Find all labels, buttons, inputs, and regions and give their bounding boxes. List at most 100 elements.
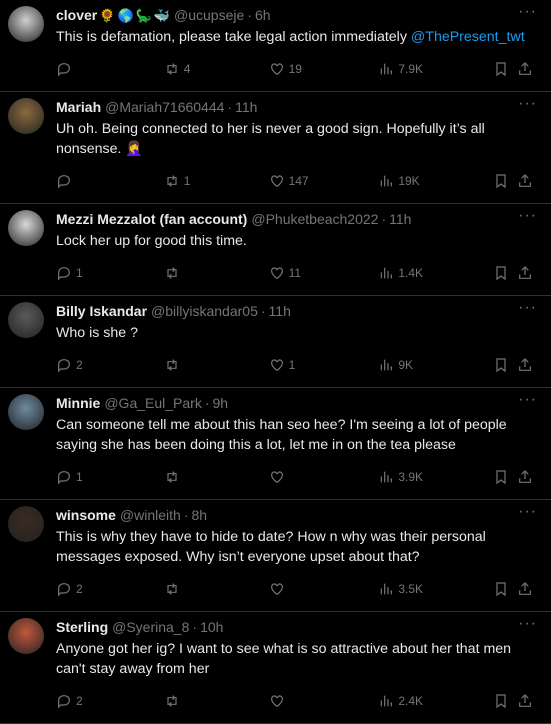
separator-dot: · bbox=[183, 507, 189, 523]
views-button[interactable]: 7.9K bbox=[378, 61, 493, 77]
tweet[interactable]: ··· Mezzi Mezzalot (fan account) @Phuket… bbox=[0, 204, 551, 296]
reply-button[interactable] bbox=[56, 173, 162, 189]
mention-link[interactable]: @ThePresent_twt bbox=[411, 29, 525, 45]
tweet[interactable]: ··· Sterling @Syerina_8 · 10h Anyone got… bbox=[0, 612, 551, 724]
timestamp[interactable]: 11h bbox=[235, 99, 257, 116]
retweet-button[interactable] bbox=[164, 469, 269, 485]
more-icon[interactable]: ··· bbox=[518, 392, 537, 408]
author-handle[interactable]: @ucupseje bbox=[174, 7, 244, 24]
bookmark-button[interactable] bbox=[493, 173, 517, 189]
views-icon bbox=[381, 267, 393, 279]
reply-button[interactable]: 2 bbox=[56, 693, 162, 709]
views-button[interactable]: 9K bbox=[378, 357, 493, 373]
retweet-icon bbox=[167, 583, 177, 595]
more-icon[interactable]: ··· bbox=[518, 4, 537, 20]
author-handle[interactable]: @Phuketbeach2022 bbox=[251, 211, 378, 228]
views-button[interactable]: 1.4K bbox=[378, 265, 493, 281]
timestamp[interactable]: 11h bbox=[269, 303, 291, 320]
reply-button[interactable] bbox=[56, 61, 162, 77]
share-button[interactable] bbox=[517, 173, 537, 189]
like-button[interactable] bbox=[269, 469, 379, 485]
like-button[interactable] bbox=[269, 581, 379, 597]
reply-icon bbox=[58, 359, 70, 373]
views-button[interactable]: 3.9K bbox=[378, 469, 493, 485]
avatar[interactable] bbox=[8, 394, 44, 430]
reply-icon bbox=[58, 267, 70, 281]
view-count: 3.9K bbox=[398, 470, 424, 484]
like-button[interactable] bbox=[269, 693, 379, 709]
author-name[interactable]: Billy Iskandar bbox=[56, 303, 147, 320]
avatar[interactable] bbox=[8, 506, 44, 542]
bookmark-button[interactable] bbox=[493, 265, 517, 281]
share-button[interactable] bbox=[517, 265, 537, 281]
reply-button[interactable]: 1 bbox=[56, 469, 162, 485]
author-name[interactable]: clover bbox=[56, 7, 97, 24]
views-button[interactable]: 2.4K bbox=[378, 693, 493, 709]
author-handle[interactable]: @Mariah71660444 bbox=[105, 99, 224, 116]
retweet-count: 4 bbox=[183, 62, 191, 76]
retweet-button[interactable] bbox=[164, 581, 269, 597]
author-handle[interactable]: @billyiskandar05 bbox=[151, 303, 258, 320]
author-emojis: 🌻 🌎 🦕 🐳 bbox=[97, 7, 170, 24]
tweet[interactable]: ··· winsome @winleith · 8h This is why t… bbox=[0, 500, 551, 612]
more-icon[interactable]: ··· bbox=[518, 504, 537, 520]
bookmark-button[interactable] bbox=[493, 581, 517, 597]
tweet[interactable]: ··· clover 🌻 🌎 🦕 🐳 @ucupseje · 6h This is d… bbox=[0, 0, 551, 92]
like-icon bbox=[270, 63, 283, 76]
timestamp[interactable]: 6h bbox=[255, 7, 271, 24]
reply-button[interactable]: 1 bbox=[56, 265, 162, 281]
author-name[interactable]: Mariah bbox=[56, 99, 101, 116]
tweet[interactable]: ··· Billy Iskandar @billyiskandar05 · 11… bbox=[0, 296, 551, 388]
author-name[interactable]: Mezzi Mezzalot (fan account) bbox=[56, 211, 247, 228]
like-button[interactable]: 11 bbox=[269, 265, 379, 281]
like-count: 1 bbox=[288, 358, 296, 372]
reply-button[interactable]: 2 bbox=[56, 581, 162, 597]
share-icon bbox=[519, 358, 531, 371]
timestamp[interactable]: 9h bbox=[213, 395, 229, 412]
share-button[interactable] bbox=[517, 61, 537, 77]
more-icon[interactable]: ··· bbox=[518, 300, 537, 316]
views-button[interactable]: 3.5K bbox=[378, 581, 493, 597]
share-button[interactable] bbox=[517, 357, 537, 373]
more-icon[interactable]: ··· bbox=[518, 96, 537, 112]
share-button[interactable] bbox=[517, 693, 537, 709]
avatar[interactable] bbox=[8, 210, 44, 246]
timestamp[interactable]: 10h bbox=[200, 619, 223, 636]
bookmark-button[interactable] bbox=[493, 469, 517, 485]
timestamp[interactable]: 11h bbox=[389, 211, 411, 228]
share-button[interactable] bbox=[517, 581, 537, 597]
more-icon[interactable]: ··· bbox=[518, 208, 537, 224]
bookmark-button[interactable] bbox=[493, 693, 517, 709]
bookmark-button[interactable] bbox=[493, 61, 517, 77]
author-handle[interactable]: @winleith bbox=[120, 507, 181, 524]
like-button[interactable]: 19 bbox=[269, 61, 379, 77]
retweet-button[interactable] bbox=[164, 265, 269, 281]
author-handle[interactable]: @Syerina_8 bbox=[112, 619, 189, 636]
author-name[interactable]: winsome bbox=[56, 507, 116, 524]
share-button[interactable] bbox=[517, 469, 537, 485]
tweet[interactable]: ··· Mariah @Mariah71660444 · 11h Uh oh. … bbox=[0, 92, 551, 204]
like-count: 19 bbox=[288, 62, 302, 76]
retweet-button[interactable] bbox=[164, 357, 269, 373]
retweet-button[interactable]: 4 bbox=[164, 61, 269, 77]
avatar[interactable] bbox=[8, 302, 44, 338]
like-button[interactable]: 147 bbox=[269, 173, 379, 189]
retweet-button[interactable]: 1 bbox=[164, 173, 269, 189]
more-icon[interactable]: ··· bbox=[518, 616, 537, 632]
bookmark-button[interactable] bbox=[493, 357, 517, 373]
avatar[interactable] bbox=[8, 98, 44, 134]
reply-button[interactable]: 2 bbox=[56, 357, 162, 373]
views-button[interactable]: 19K bbox=[378, 173, 493, 189]
like-button[interactable]: 1 bbox=[269, 357, 379, 373]
reply-count: 2 bbox=[76, 358, 83, 372]
tweet[interactable]: ··· Minnie @Ga_Eul_Park · 9h Can someone… bbox=[0, 388, 551, 500]
retweet-button[interactable] bbox=[164, 693, 269, 709]
timestamp[interactable]: 8h bbox=[191, 507, 207, 524]
author-name[interactable]: Minnie bbox=[56, 395, 100, 412]
share-icon bbox=[519, 266, 531, 279]
avatar[interactable] bbox=[8, 618, 44, 654]
avatar[interactable] bbox=[8, 6, 44, 42]
tweet-header: clover 🌻 🌎 🦕 🐳 @ucupseje · 6h bbox=[56, 0, 537, 24]
author-name[interactable]: Sterling bbox=[56, 619, 108, 636]
author-handle[interactable]: @Ga_Eul_Park bbox=[104, 395, 201, 412]
